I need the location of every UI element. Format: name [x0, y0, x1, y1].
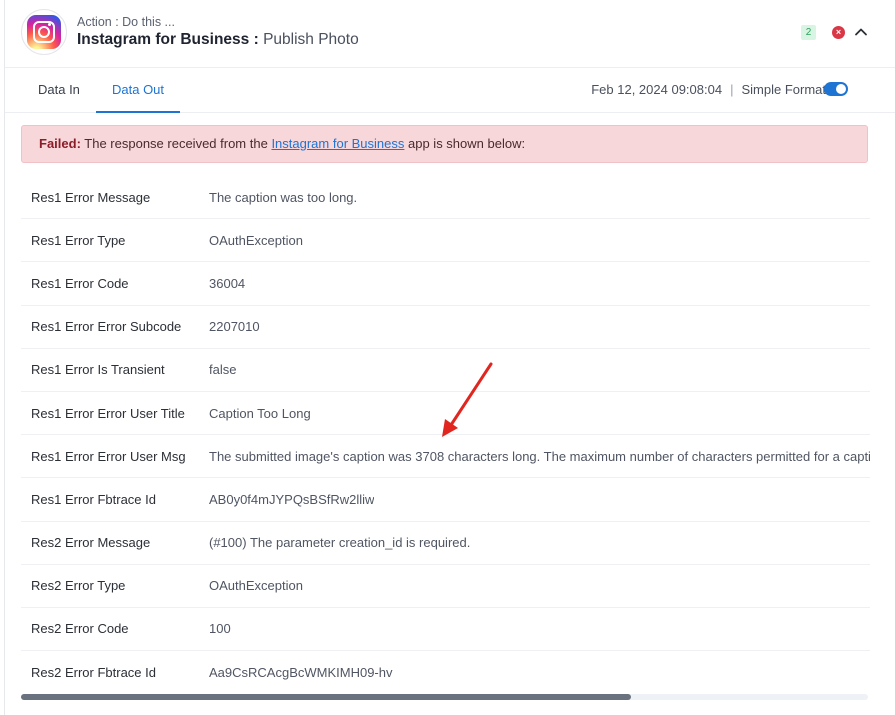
field-key: Res1 Error Is Transient [31, 362, 165, 378]
simple-format-toggle[interactable] [824, 82, 848, 96]
field-value: OAuthException [209, 232, 303, 248]
table-row: Res2 Error Code 100 [21, 608, 870, 652]
alert-status: Failed: [39, 136, 81, 151]
response-timestamp: Feb 12, 2024 09:08:04 [591, 82, 723, 97]
field-value: OAuthException [209, 578, 303, 594]
field-value: 2207010 [209, 319, 260, 335]
field-value: (#100) The parameter creation_id is requ… [209, 535, 471, 551]
field-key: Res1 Error Message [31, 189, 151, 205]
field-key: Res2 Error Message [31, 535, 151, 551]
simple-format-label: Simple Format [741, 82, 826, 97]
field-value: false [209, 362, 237, 378]
alert-text-before: The response received from the [80, 136, 272, 151]
field-value: The submitted image's caption was 3708 c… [209, 448, 870, 464]
field-key: Res1 Error Error User Msg [31, 448, 186, 464]
field-key: Res1 Error Error Subcode [31, 319, 182, 335]
field-value: The caption was too long. [209, 189, 358, 205]
horizontal-scrollbar[interactable] [21, 694, 868, 700]
response-table: Res1 Error Message The caption was too lo… [21, 176, 870, 694]
table-row: Res1 Error Error User Title Caption Too L… [21, 392, 870, 436]
tab-bar: Data In Data Out Feb 12, 2024 09:08:04 | S… [5, 68, 895, 113]
step-header[interactable]: Action : Do this ... Instagram for Busin… [5, 0, 895, 68]
meta-separator: | [730, 82, 734, 97]
failed-alert: Failed: The response received from the I… [21, 125, 868, 163]
field-key: Res2 Error Fbtrace Id [31, 665, 156, 681]
action-step-panel: Action : Do this ... Instagram for Busin… [4, 0, 895, 715]
table-row: Res1 Error Error Subcode 2207010 [21, 306, 870, 349]
table-row: Res2 Error Message (#100) The parameter c… [21, 522, 870, 565]
field-value: Caption Too Long [209, 405, 311, 421]
app-name: Instagram for Business : [77, 31, 259, 48]
action-name: Publish Photo [263, 31, 359, 48]
step-title: Instagram for Business : Publish Photo [77, 31, 359, 49]
app-logo [21, 9, 67, 55]
table-row: Res1 Error Error User Msg The submitted i… [21, 435, 870, 479]
field-key: Res1 Error Code [31, 275, 129, 291]
tab-data-out[interactable]: Data Out [96, 68, 181, 113]
field-key: Res2 Error Code [31, 621, 129, 637]
field-value: AB0y0f4mJYPQsBSfRw2lliw [209, 491, 375, 507]
action-label: Action : Do this ... [77, 15, 175, 29]
table-row: Res1 Error Type OAuthException [21, 219, 870, 263]
error-status-icon[interactable]: × [832, 26, 845, 39]
app-link[interactable]: Instagram for Business [271, 136, 404, 151]
table-row: Res1 Error Is Transient false [21, 349, 870, 392]
field-key: Res1 Error Type [31, 232, 126, 248]
response-meta: Feb 12, 2024 09:08:04 | Simple Format [591, 68, 826, 113]
chevron-up-icon[interactable] [853, 24, 869, 40]
instagram-icon [27, 15, 61, 49]
table-row: Res2 Error Type OAuthException [21, 565, 870, 608]
alert-text-after: app is shown below: [404, 136, 526, 151]
field-key: Res1 Error Error User Title [31, 405, 185, 421]
field-value: Aa9CsRCAcgBcWMKIMH09-hv [209, 665, 393, 681]
scrollbar-thumb[interactable] [21, 694, 631, 700]
table-row: Res1 Error Fbtrace Id AB0y0f4mJYPQsBSfRw2… [21, 478, 870, 522]
field-key: Res2 Error Type [31, 578, 126, 594]
tab-data-in[interactable]: Data In [22, 68, 96, 113]
table-row: Res1 Error Code 36004 [21, 262, 870, 306]
table-row: Res1 Error Message The caption was too lo… [21, 176, 870, 220]
table-row: Res2 Error Fbtrace Id Aa9CsRCAcgBcWMKIMH0… [21, 651, 870, 694]
field-value: 100 [209, 621, 231, 637]
field-key: Res1 Error Fbtrace Id [31, 491, 156, 507]
count-badge: 2 [801, 25, 816, 40]
field-value: 36004 [209, 275, 246, 291]
